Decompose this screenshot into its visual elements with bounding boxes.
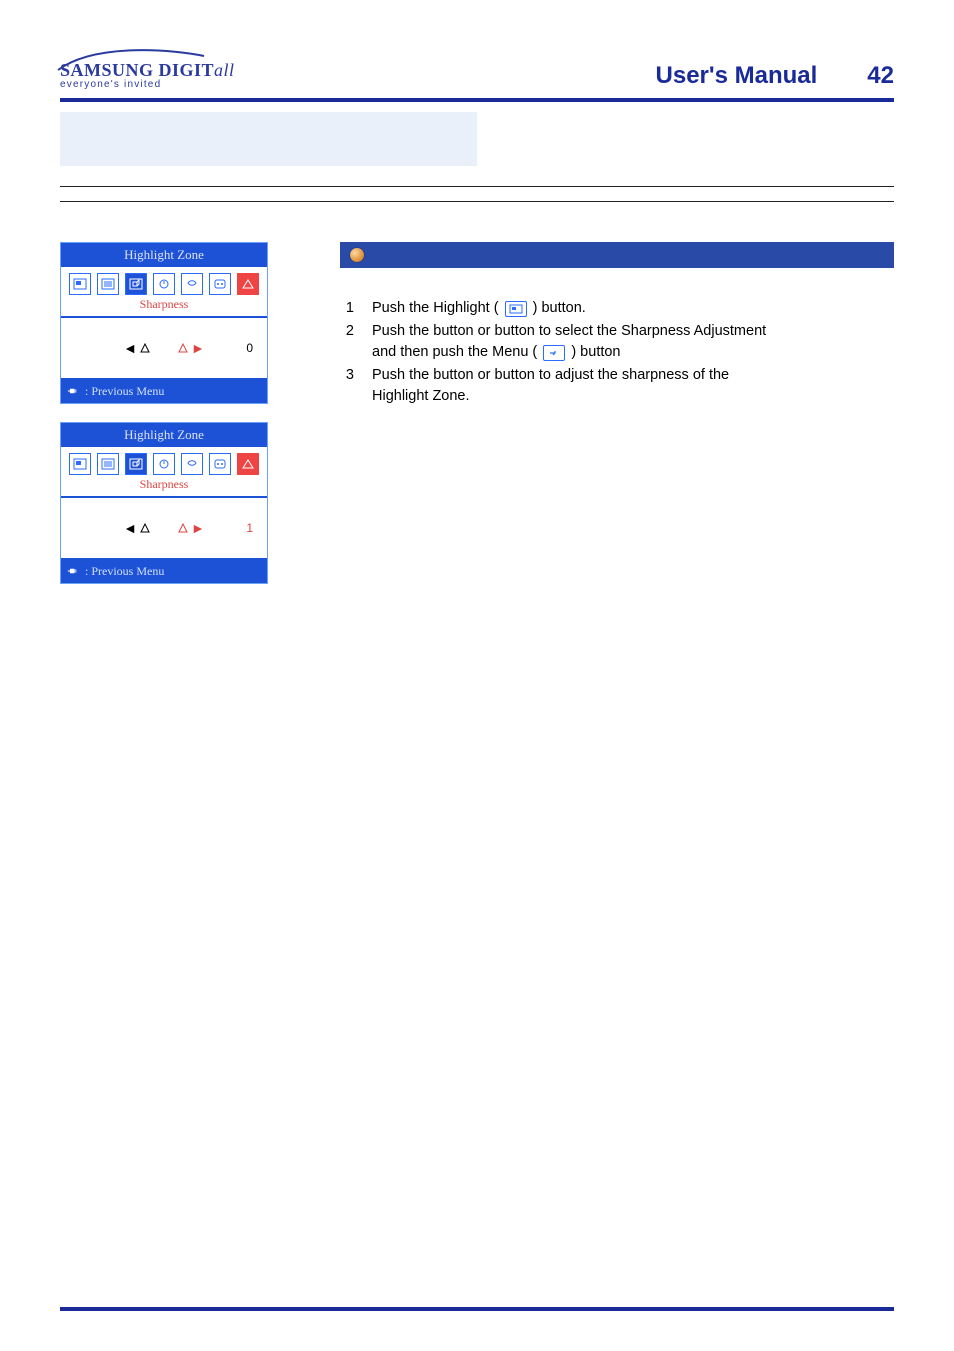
osd-left-arrow: ◄ [123, 340, 151, 356]
step-num-2: 2 [340, 321, 354, 363]
osd-icon-4b [153, 453, 175, 475]
osd-icon-row [61, 267, 267, 297]
osd-icon-sharpness-b [237, 453, 259, 475]
step-2: 2 Push the button or button to select th… [340, 321, 894, 363]
step-1: 1 Push the Highlight ( ) button. [340, 298, 894, 319]
plug-icon [67, 386, 79, 396]
logo-swoosh-icon [56, 46, 206, 76]
osd-icon-2b [97, 453, 119, 475]
brand-logo: SAMSUNG DIGITall everyone's invited [60, 60, 235, 90]
osd-title: Highlight Zone [61, 243, 267, 267]
highlight-button-icon [505, 301, 527, 317]
osd-panel-2: Highlight Zone Sharpness ◄ ► 1 [60, 422, 268, 584]
osd-subtitle-2: Sharpness [61, 477, 267, 496]
osd-value-2: 1 [246, 521, 253, 535]
osd-icon-3b [125, 453, 147, 475]
osd-icon-5b [181, 453, 203, 475]
page-header: SAMSUNG DIGITall everyone's invited User… [60, 60, 894, 90]
osd-icon-3 [125, 273, 147, 295]
instruction-steps: 1 Push the Highlight ( ) button. 2 Push … [340, 298, 894, 407]
osd-icon-2 [97, 273, 119, 295]
osd-icon-6b [209, 453, 231, 475]
osd-value-1: 0 [246, 341, 253, 355]
page-number: 42 [867, 62, 894, 90]
manual-title: User's Manual [656, 62, 818, 90]
osd-left-arrow-2: ◄ [123, 520, 151, 536]
osd-title-2: Highlight Zone [61, 423, 267, 447]
osd-icon-1b [69, 453, 91, 475]
osd-subtitle: Sharpness [61, 297, 267, 316]
osd-right-arrow: ► [177, 340, 205, 356]
footer-divider [60, 1307, 894, 1311]
osd-icon-6 [209, 273, 231, 295]
menu-button-icon [543, 345, 565, 361]
osd-body-2: ◄ ► 1 [61, 498, 267, 558]
osd-icon-sharpness [237, 273, 259, 295]
osd-body: ◄ ► 0 [61, 318, 267, 378]
osd-previous-menu: : Previous Menu [61, 380, 267, 403]
osd-icon-4 [153, 273, 175, 295]
logo-brand-ital: all [214, 60, 235, 80]
title-block: User's Manual 42 [656, 62, 894, 90]
osd-icon-5 [181, 273, 203, 295]
osd-icon-1 [69, 273, 91, 295]
sub-banner [60, 112, 894, 166]
osd-previous-menu-2: : Previous Menu [61, 560, 267, 583]
section-band [60, 186, 894, 202]
step-3: 3 Push the button or button to adjust th… [340, 365, 894, 407]
plug-icon-2 [67, 566, 79, 576]
osd-right-arrow-2: ► [177, 520, 205, 536]
menu-heading-bar [340, 242, 894, 268]
osd-panel-1: Highlight Zone Sharpness ◄ ► 0 [60, 242, 268, 404]
osd-icon-row-2 [61, 447, 267, 477]
step-num-3: 3 [340, 365, 354, 407]
step-num-1: 1 [340, 298, 354, 319]
bullet-icon [350, 248, 364, 262]
header-divider [60, 98, 894, 102]
